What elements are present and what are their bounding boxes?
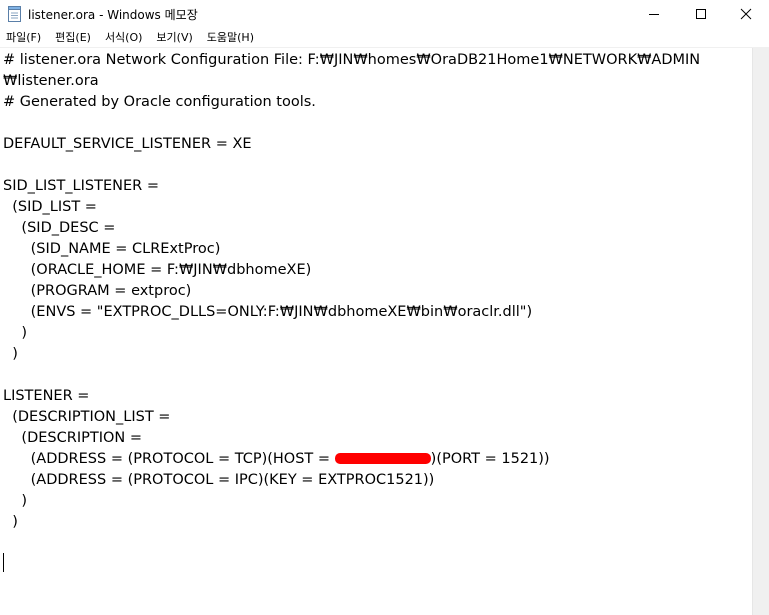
menu-bar: 파일(F) 편집(E) 서식(O) 보기(V) 도움말(H) <box>0 28 769 48</box>
text-line: (SID_DESC = <box>3 220 116 236</box>
text-line: LISTENER = <box>3 388 90 404</box>
close-button[interactable] <box>723 0 769 28</box>
window-title: listener.ora - Windows 메모장 <box>28 8 198 22</box>
text-line: ) <box>3 346 18 362</box>
text-line: # listener.ora Network Configuration Fil… <box>3 52 701 68</box>
minimize-button[interactable] <box>631 0 677 28</box>
maximize-icon <box>696 9 706 19</box>
address-tcp-prefix: (ADDRESS = (PROTOCOL = TCP)(HOST = <box>3 451 335 467</box>
text-line: (ORACLE_HOME = F:₩JIN₩dbhomeXE) <box>3 262 312 278</box>
title-bar[interactable]: listener.ora - Windows 메모장 <box>0 0 769 28</box>
close-icon <box>740 8 752 20</box>
menu-view[interactable]: 보기(V) <box>150 28 200 48</box>
text-line: (ENVS = "EXTPROC_DLLS=ONLY:F:₩JIN₩dbhome… <box>3 304 533 320</box>
text-line: (SID_LIST = <box>3 199 97 215</box>
menu-file[interactable]: 파일(F) <box>0 28 49 48</box>
text-line: ) <box>3 493 28 509</box>
text-line: # Generated by Oracle configuration tool… <box>3 94 316 110</box>
menu-help[interactable]: 도움말(H) <box>201 28 262 48</box>
menu-format[interactable]: 서식(O) <box>99 28 150 48</box>
redacted-host <box>334 452 431 464</box>
text-line-address-tcp: (ADDRESS = (PROTOCOL = TCP)(HOST = )(POR… <box>3 449 550 470</box>
text-line: (DESCRIPTION_LIST = <box>3 409 171 425</box>
text-line: DEFAULT_SERVICE_LISTENER = XE <box>3 136 252 152</box>
address-tcp-suffix: )(PORT = 1521)) <box>430 451 550 467</box>
minimize-icon <box>649 14 659 15</box>
text-line: (DESCRIPTION = <box>3 430 142 446</box>
text-line: (ADDRESS = (PROTOCOL = IPC)(KEY = EXTPRO… <box>3 472 435 488</box>
notepad-icon <box>8 6 21 22</box>
text-line: ) <box>3 325 28 341</box>
text-line: (SID_NAME = CLRExtProc) <box>3 241 221 257</box>
text-line: ) <box>3 514 18 530</box>
text-line: (PROGRAM = extproc) <box>3 283 192 299</box>
text-line: ₩listener.ora <box>3 73 99 89</box>
vertical-scrollbar[interactable] <box>752 48 769 615</box>
text-caret <box>3 553 4 572</box>
menu-edit[interactable]: 편집(E) <box>49 28 99 48</box>
text-line: SID_LIST_LISTENER = <box>3 178 159 194</box>
text-editor[interactable]: # listener.ora Network Configuration Fil… <box>0 48 752 615</box>
maximize-button[interactable] <box>678 0 724 28</box>
